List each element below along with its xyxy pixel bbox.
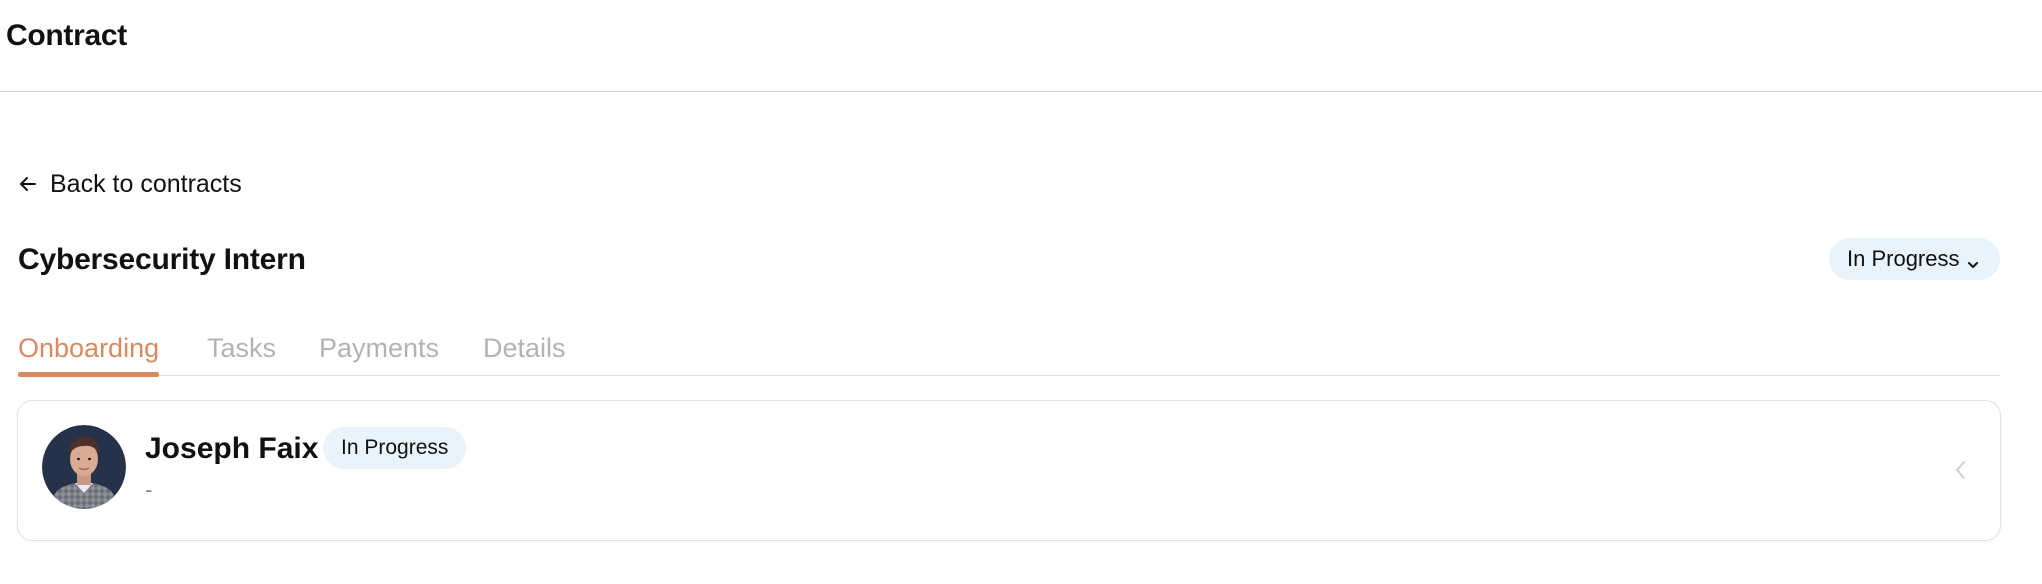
avatar — [42, 425, 126, 509]
tab-tasks-label: Tasks — [207, 333, 277, 363]
arrow-left-icon — [18, 174, 38, 194]
app-header: Contract — [0, 0, 2042, 92]
app-title: Contract — [6, 19, 127, 52]
tab-payments[interactable]: Payments — [319, 330, 439, 366]
tab-bar: Onboarding Tasks Payments Details — [18, 322, 2000, 377]
tab-onboarding-label: Onboarding — [18, 333, 160, 363]
tab-payments-label: Payments — [319, 333, 440, 363]
status-dropdown[interactable]: In Progress — [1829, 238, 2000, 280]
contractor-card[interactable]: Joseph Faix In Progress - — [17, 400, 2001, 541]
status-dropdown-label: In Progress — [1847, 246, 1960, 271]
back-link-label: Back to contracts — [50, 169, 242, 198]
active-tab-indicator — [18, 372, 159, 377]
tab-onboarding[interactable]: Onboarding — [18, 330, 159, 366]
status-badge: In Progress — [323, 427, 467, 469]
contractor-subtitle: - — [145, 477, 153, 502]
chevron-left-icon — [1954, 459, 1968, 486]
tab-details-label: Details — [483, 333, 566, 363]
back-to-contracts-link[interactable]: Back to contracts — [18, 167, 242, 201]
tab-tasks[interactable]: Tasks — [207, 330, 276, 366]
tab-details[interactable]: Details — [483, 330, 566, 366]
contractor-name: Joseph Faix — [145, 432, 319, 465]
page-title: Cybersecurity Intern — [18, 243, 306, 276]
chevron-down-icon — [1966, 252, 1980, 278]
